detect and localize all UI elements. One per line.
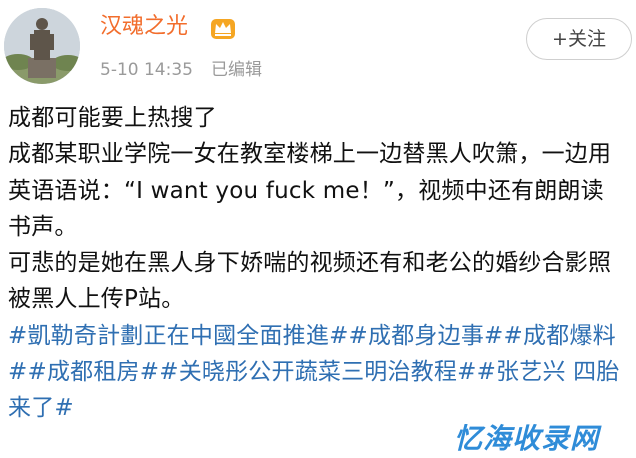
post-paragraph: 成都可能要上热搜了 xyxy=(8,105,217,131)
post-header: 汉魂之光 5-10 14:35 已编辑 +关注 xyxy=(0,0,636,96)
post-paragraph: 可悲的是她在黑人身下娇喘的视频还有和老公的婚纱合影照被黑人上传P站。 xyxy=(8,250,612,313)
avatar[interactable] xyxy=(4,8,80,84)
post-paragraph: 成都某职业学院一女在教室楼梯上一边替黑人吹箫，一边用英语语说：“I want y… xyxy=(8,141,612,240)
post-body: 成都可能要上热搜了 成都某职业学院一女在教室楼梯上一边替黑人吹箫，一边用英语语说… xyxy=(8,100,626,427)
follow-button[interactable]: +关注 xyxy=(526,18,632,60)
hashtag-link[interactable]: #成都租房# xyxy=(27,359,159,385)
post-timestamp: 5-10 14:35 xyxy=(100,60,193,80)
crown-vip-icon xyxy=(210,16,236,40)
hashtag-link[interactable]: #凱勒奇計劃正在中國全面推進# xyxy=(8,323,349,349)
edited-label: 已编辑 xyxy=(210,60,262,80)
hashtag-link[interactable]: #关晓彤公开蔬菜三明治教程# xyxy=(159,359,476,385)
avatar-statue-image xyxy=(4,8,80,84)
hashtag-list: #凱勒奇計劃正在中國全面推進##成都身边事##成都爆料##成都租房##关晓彤公开… xyxy=(8,318,626,427)
username[interactable]: 汉魂之光 xyxy=(100,12,188,42)
post-meta: 5-10 14:35 已编辑 xyxy=(100,58,262,82)
site-watermark: 忆海收录网 xyxy=(454,422,600,455)
hashtag-link[interactable]: #成都身边事# xyxy=(349,323,504,349)
